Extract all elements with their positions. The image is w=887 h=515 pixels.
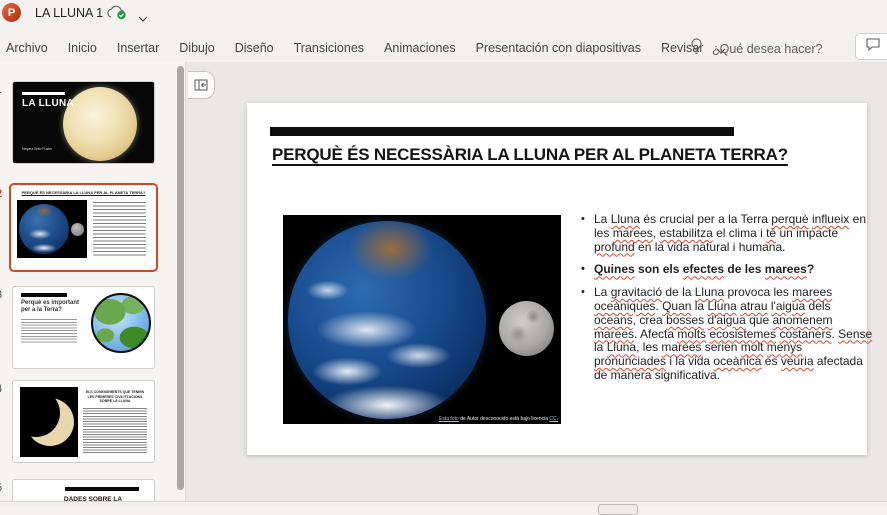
bullet-2-text: Quines son els efectes de les marees?: [594, 263, 814, 277]
panel-collapse-left-icon: [194, 79, 208, 91]
slide-number-1: 1: [0, 84, 8, 96]
current-slide[interactable]: PERQUÈ ÉS NECESSÀRIA LA LLUNA PER AL PLA…: [247, 103, 867, 455]
moon-photo: [499, 301, 554, 356]
slide-number-2: 2: [0, 188, 8, 200]
slide-thumbnail-5[interactable]: DADES SOBRE LA: [12, 479, 155, 501]
document-title[interactable]: LA LLUNA 1: [35, 6, 103, 20]
earth-moon-image[interactable]: Esta foto de Autor desconocido está bajo…: [283, 215, 561, 424]
bullet-marker: •: [581, 213, 594, 254]
thumb3-text-lines: [21, 319, 77, 343]
decor-line: [22, 92, 65, 95]
thumb1-title: LA LLUNA: [22, 98, 74, 109]
slide-number-5: 5: [0, 482, 8, 494]
thumb4-title: ELS CONEIXEMENTS QUE TENIEN LES PRIMERES…: [83, 390, 147, 404]
tab-animaciones[interactable]: Animaciones: [381, 38, 459, 58]
crescent-shape: [26, 398, 74, 446]
comments-button[interactable]: [855, 33, 887, 60]
image-caption: Esta foto de Autor desconocido está bajo…: [439, 416, 558, 422]
bullet-1: • La Lluna és crucial per a la Terra per…: [581, 213, 873, 254]
caption-text: de Autor desconocido está bajo licencia: [459, 416, 550, 422]
slide-number-4: 4: [0, 383, 8, 395]
collapse-panel-button[interactable]: [188, 71, 215, 99]
thumb2-earth-image: [17, 200, 87, 258]
earth-mini: [19, 204, 69, 254]
thumb1-author: Nayara Brito Fuster: [22, 147, 52, 151]
tell-me-placeholder: ¿Qué desea hacer?: [712, 42, 823, 56]
ribbon-tab-bar: Archivo Inicio Insertar Dibujo Diseño Tr…: [3, 36, 726, 60]
decor-bar: [21, 293, 67, 297]
slide-thumbnail-3[interactable]: Perquè es important per a la Terra?: [12, 286, 155, 369]
slide-title[interactable]: PERQUÈ ÉS NECESSÀRIA LA LLUNA PER AL PLA…: [272, 145, 817, 165]
slide-thumbnail-4[interactable]: ELS CONEIXEMENTS QUE TENIEN LES PRIMERES…: [12, 380, 155, 463]
title-bar: P LA LLUNA 1: [0, 0, 887, 28]
bullet-1-text: La Lluna és crucial per a la Terra perqu…: [594, 213, 873, 254]
tab-dibujo[interactable]: Dibujo: [176, 38, 217, 58]
slide-thumbnail-2[interactable]: PERQUÈ ÉS NECESSÀRIA LA LLUNA PER AL PLA…: [9, 183, 158, 272]
bullet-marker: •: [581, 263, 594, 277]
slide-canvas: PERQUÈ ÉS NECESSÀRIA LA LLUNA PER AL PLA…: [186, 62, 887, 501]
bullet-3-text: La gravitació de la Lluna provoca les ma…: [594, 286, 873, 383]
bullet-3: • La gravitació de la Lluna provoca les …: [581, 286, 873, 383]
crescent-moon-photo: [20, 387, 78, 457]
caption-link-1[interactable]: Esta foto: [439, 416, 459, 422]
powerpoint-window: P LA LLUNA 1 Archivo Inicio Insertar Dib…: [0, 0, 887, 506]
slide-body-textbox[interactable]: • La Lluna és crucial per a la Terra per…: [581, 213, 873, 392]
moon-mini: [71, 223, 84, 236]
thumb2-text-lines: [93, 202, 146, 257]
slide-thumbnail-panel: 1 LA LLUNA Nayara Brito Fuster 2 PERQUÈ …: [0, 62, 186, 501]
tab-transiciones[interactable]: Transiciones: [291, 38, 367, 58]
cloud-saved-icon[interactable]: [106, 5, 128, 25]
thumb2-title: PERQUÈ ÉS NECESSÀRIA LA LLUNA PER AL PLA…: [16, 190, 151, 195]
bullet-marker: •: [581, 286, 594, 383]
tab-insertar[interactable]: Insertar: [114, 38, 162, 58]
thumbnails-scrollbar[interactable]: [177, 66, 184, 490]
moon-photo: [63, 87, 137, 161]
tab-archivo[interactable]: Archivo: [3, 38, 51, 58]
cartoon-globe: [91, 293, 151, 353]
slide-thumbnail-1[interactable]: LA LLUNA Nayara Brito Fuster: [12, 81, 155, 164]
slide-number-3: 3: [0, 289, 8, 301]
powerpoint-logo-icon[interactable]: P: [2, 3, 21, 22]
title-expand-chevron-icon[interactable]: [138, 9, 148, 27]
tab-inicio[interactable]: Inicio: [65, 38, 100, 58]
tell-me-search[interactable]: ¿Qué desea hacer?: [690, 38, 823, 60]
slide-top-bar[interactable]: [270, 127, 734, 136]
tab-presentacion[interactable]: Presentación con diapositivas: [473, 38, 644, 58]
bullet-2: • Quines son els efectes de les marees?: [581, 263, 873, 277]
thumb4-text-lines: [83, 408, 147, 453]
tab-diseno[interactable]: Diseño: [232, 38, 277, 58]
decor-bar: [65, 487, 139, 491]
status-bar: [0, 501, 887, 506]
comment-bubble-icon: [865, 37, 881, 57]
earth-photo: [288, 221, 486, 419]
workspace: 1 LA LLUNA Nayara Brito Fuster 2 PERQUÈ …: [0, 62, 887, 506]
caption-link-2[interactable]: CC.: [549, 416, 558, 422]
lightbulb-icon: [690, 38, 703, 60]
thumb3-title: Perquè es important per a la Terra?: [21, 300, 85, 314]
